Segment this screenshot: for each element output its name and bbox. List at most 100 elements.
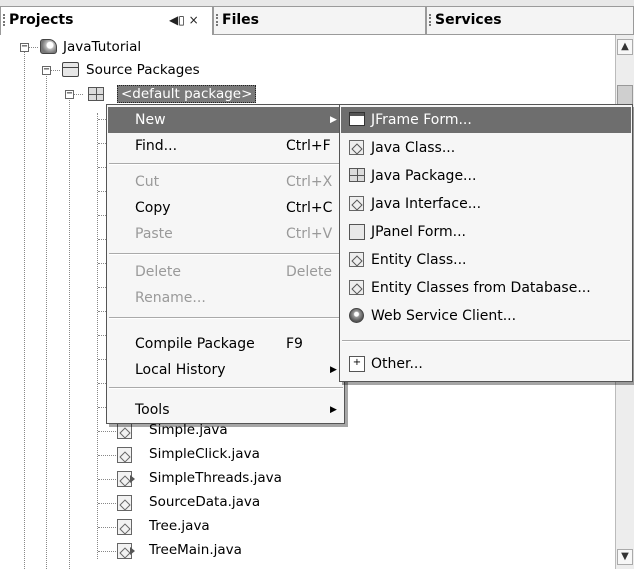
submenu-item-label: Entity Class... [371, 252, 467, 268]
menu-separator [342, 340, 630, 342]
menu-item-label: Copy [135, 200, 171, 216]
submenu-item-entity-class[interactable]: Entity Class... [341, 247, 631, 273]
menu-item-cut[interactable]: Cut Ctrl+X [108, 169, 343, 195]
tab-services-label: Services [435, 12, 502, 28]
submenu-item-jpanel-form[interactable]: JPanel Form... [341, 219, 631, 245]
tree-guide-line [46, 67, 47, 569]
submenu-item-label: Java Class... [371, 140, 456, 156]
other-file-icon: + [349, 356, 365, 372]
tree-connector [74, 94, 83, 95]
menu-item-delete[interactable]: Delete Delete [108, 259, 343, 285]
menu-item-rename[interactable]: Rename... [108, 285, 343, 311]
submenu-arrow-icon: ▶ [330, 115, 337, 125]
menu-shortcut: Delete [286, 264, 332, 280]
submenu-item-java-interface[interactable]: Java Interface... [341, 191, 631, 217]
menu-item-new[interactable]: New ▶ [108, 107, 343, 133]
menu-separator [109, 387, 343, 389]
submenu-item-other[interactable]: + Other... [341, 351, 631, 377]
java-class-icon [117, 495, 132, 511]
menu-item-local-history[interactable]: Local History ▶ [108, 357, 343, 383]
java-class-icon [117, 447, 132, 463]
menu-shortcut: Ctrl+F [286, 138, 331, 154]
java-class-icon [349, 140, 364, 155]
collapse-toggle[interactable]: − [20, 42, 29, 52]
submenu-item-web-service-client[interactable]: Web Service Client... [341, 303, 631, 329]
submenu-item-label: Other... [371, 356, 423, 372]
menu-item-label: Tools [135, 402, 170, 418]
submenu-item-java-package[interactable]: Java Package... [341, 163, 631, 189]
scroll-down-icon[interactable]: ▼ [617, 549, 633, 565]
submenu-item-java-class[interactable]: Java Class... [341, 135, 631, 161]
tree-connector [29, 47, 38, 48]
menu-item-label: Cut [135, 174, 160, 190]
menu-shortcut: Ctrl+C [286, 200, 333, 216]
submenu-arrow-icon: ▶ [330, 365, 337, 375]
default-package-label[interactable]: <default package> [117, 85, 257, 103]
menu-item-label: Delete [135, 264, 181, 280]
package-icon [349, 168, 365, 182]
tab-grip-icon [3, 14, 7, 26]
tree-connector [98, 455, 116, 456]
jframe-form-icon [349, 112, 365, 126]
tab-services[interactable]: Services [426, 6, 634, 34]
submenu-item-entity-classes-from-database[interactable]: Entity Classes from Database... [341, 275, 631, 301]
menu-item-paste[interactable]: Paste Ctrl+V [108, 221, 343, 247]
menu-item-compile-package[interactable]: Compile Package F9 [108, 331, 343, 357]
submenu-item-label: Java Interface... [371, 196, 482, 212]
source-packages-icon [62, 62, 79, 77]
menu-item-label: New [135, 112, 166, 128]
submenu-arrow-icon: ▶ [330, 405, 337, 415]
menu-item-label: Rename... [135, 290, 206, 306]
file-label[interactable]: TreeMain.java [149, 542, 242, 558]
tree-connector [98, 431, 116, 432]
file-label[interactable]: SimpleThreads.java [149, 470, 282, 486]
tree-connector [98, 479, 116, 480]
file-label[interactable]: Simple.java [149, 422, 228, 438]
new-submenu: JFrame Form... Java Class... Java Packag… [339, 104, 633, 382]
file-label[interactable]: SimpleClick.java [149, 446, 260, 462]
file-label[interactable]: Tree.java [149, 518, 210, 534]
source-packages-label[interactable]: Source Packages [86, 62, 200, 78]
menu-item-label: Local History [135, 362, 226, 378]
web-service-icon [349, 308, 364, 323]
tab-files[interactable]: Files [213, 6, 426, 34]
tree-connector [98, 551, 116, 552]
submenu-item-label: Entity Classes from Database... [371, 280, 591, 296]
menu-shortcut: Ctrl+V [286, 226, 333, 242]
java-class-icon [117, 423, 132, 439]
java-main-class-icon [117, 543, 135, 559]
menu-item-label: Find... [135, 138, 178, 154]
file-label[interactable]: SourceData.java [149, 494, 260, 510]
tree-connector [98, 503, 116, 504]
jpanel-form-icon [349, 224, 365, 240]
menu-item-label: Compile Package [135, 336, 255, 352]
tab-files-label: Files [222, 12, 259, 28]
submenu-item-label: Web Service Client... [371, 308, 517, 324]
collapse-toggle[interactable]: − [42, 65, 51, 75]
menu-separator [109, 163, 343, 165]
menu-item-tools[interactable]: Tools ▶ [108, 397, 343, 423]
tree-guide-line [24, 47, 25, 569]
submenu-item-label: JPanel Form... [371, 224, 466, 240]
tab-projects-label: Projects [9, 12, 74, 28]
tree-guide-line [97, 113, 98, 559]
menu-separator [109, 253, 343, 255]
entity-class-icon [349, 280, 364, 295]
project-node-label[interactable]: JavaTutorial [63, 39, 141, 55]
package-context-menu: New ▶ Find... Ctrl+F Cut Ctrl+X Copy Ctr… [106, 104, 345, 424]
collapse-toggle[interactable]: − [65, 89, 74, 99]
java-project-icon [40, 39, 57, 54]
java-class-icon [117, 519, 132, 535]
menu-shortcut: Ctrl+X [286, 174, 333, 190]
tree-connector [51, 70, 60, 71]
tab-minimize-close-controls[interactable]: ◀▯ × [169, 7, 199, 33]
submenu-item-label: Java Package... [371, 168, 477, 184]
menu-item-find[interactable]: Find... Ctrl+F [108, 133, 343, 159]
tab-projects[interactable]: Projects ◀▯ × [0, 6, 213, 35]
scroll-up-icon[interactable]: ▲ [617, 39, 633, 55]
tab-grip-icon [429, 14, 433, 26]
menu-item-copy[interactable]: Copy Ctrl+C [108, 195, 343, 221]
submenu-item-label: JFrame Form... [371, 112, 472, 128]
submenu-item-jframe-form[interactable]: JFrame Form... [341, 107, 631, 133]
tab-grip-icon [216, 14, 220, 26]
